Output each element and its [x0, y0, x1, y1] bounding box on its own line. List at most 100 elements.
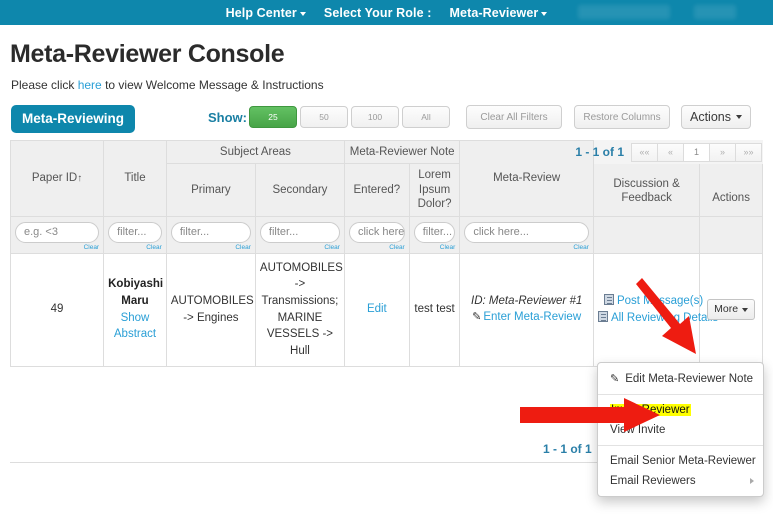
filter-input-lorem[interactable]: filter... — [413, 221, 456, 243]
cell-title: Kobiyashi Maru Show Abstract — [103, 252, 167, 367]
menu-item-edit-meta-reviewer-note[interactable]: ✎ Edit Meta-Reviewer Note — [598, 368, 763, 389]
enter-meta-review-row[interactable]: ✎ Enter Meta-Review — [464, 309, 589, 326]
filter-clear-title[interactable]: Clear — [108, 244, 162, 251]
pagination-first-button[interactable]: «« — [631, 142, 658, 162]
chevron-down-icon — [736, 115, 742, 119]
chevron-down-icon — [541, 11, 548, 16]
more-actions-button[interactable]: More — [707, 298, 756, 321]
pagination-count-bottom: 1 - 1 of 1 — [543, 442, 592, 456]
page-size-25-button[interactable]: 25 — [249, 106, 297, 128]
nav-text-select-your-role: Select Your Role : — [323, 5, 432, 20]
page-size-100-button[interactable]: 100 — [351, 106, 399, 128]
cell-lorem-ipsum-dolor: test test — [408, 252, 461, 367]
clear-all-filters-button[interactable]: Clear All Filters — [466, 105, 562, 129]
all-reviewing-details-row[interactable]: All Reviewing Details — [597, 310, 718, 327]
filter-clear-secondary[interactable]: Clear — [260, 244, 340, 251]
filter-input-primary[interactable]: filter... — [170, 221, 251, 243]
col-header-secondary[interactable]: Secondary — [254, 163, 345, 217]
actions-button-label: Actions — [690, 110, 731, 124]
col-header-entered[interactable]: Entered? — [343, 163, 410, 217]
filter-clear-primary[interactable]: Clear — [171, 244, 251, 251]
menu-label-view-invite: View Invite — [610, 424, 666, 436]
filter-clear-lorem[interactable]: Clear — [414, 244, 456, 251]
filter-clear-paper-id[interactable]: Clear — [15, 244, 100, 251]
instructions-here-link[interactable]: here — [78, 78, 102, 92]
pagination-prev-button[interactable]: « — [657, 142, 684, 162]
papers-table: Paper ID↑ Title Subject Areas Meta-Revie… — [9, 139, 764, 367]
page-size-all-button[interactable]: All — [402, 106, 450, 128]
filter-input-meta-review[interactable]: click here... — [464, 221, 589, 243]
filter-input-entered[interactable]: click here... — [348, 221, 405, 243]
filter-cell-entered: click here... Clear — [343, 215, 410, 254]
papers-table-container: Paper ID↑ Title Subject Areas Meta-Revie… — [9, 139, 764, 367]
menu-item-invite-reviewer[interactable]: Invite Reviewer — [598, 400, 763, 420]
col-header-subject-areas: Subject Areas — [165, 139, 345, 165]
table-row: 49 Kobiyashi Maru Show Abstract AUTOMOBI… — [9, 252, 763, 367]
filter-cell-title: filter... Clear — [103, 215, 167, 254]
filter-clear-meta-review[interactable]: Clear — [464, 244, 589, 251]
menu-item-email-reviewers[interactable]: Email Reviewers — [598, 471, 763, 491]
menu-divider-2 — [598, 445, 763, 446]
document-icon — [603, 293, 614, 305]
menu-label-email-senior-meta-reviewer: Email Senior Meta-Reviewer — [610, 455, 756, 467]
table-icon — [597, 310, 608, 322]
restore-columns-button[interactable]: Restore Columns — [574, 105, 670, 129]
sort-ascending-icon: ↑ — [77, 173, 83, 184]
menu-label-edit-meta-reviewer-note: Edit Meta-Reviewer Note — [625, 372, 754, 385]
instructions-suffix: to view Welcome Message & Instructions — [101, 78, 324, 92]
cell-meta-review: ID: Meta-Reviewer #1 ✎ Enter Meta-Review — [459, 252, 594, 367]
cell-paper-id[interactable]: 49 — [9, 252, 105, 367]
nav-label-meta-reviewer: Meta-Reviewer — [449, 5, 539, 20]
col-header-meta-review[interactable]: Meta-Review — [459, 140, 594, 217]
post-messages-link: Post Message(s) — [616, 294, 704, 307]
edit-note-link[interactable]: Edit — [367, 303, 387, 315]
redacted-nav-region-2 — [694, 5, 736, 19]
menu-label-invite-reviewer: Invite Reviewer — [610, 404, 691, 416]
cell-primary-subject: AUTOMOBILES -> Engines — [165, 252, 256, 367]
pencil-icon: ✎ — [472, 311, 482, 324]
filter-cell-secondary: filter... Clear — [254, 215, 345, 254]
filter-input-title[interactable]: filter... — [108, 221, 162, 243]
more-actions-dropdown-menu: ✎ Edit Meta-Reviewer Note Invite Reviewe… — [597, 362, 764, 497]
meta-review-id-text: ID: Meta-Reviewer #1 — [471, 294, 583, 307]
filter-cell-actions — [699, 215, 763, 254]
filter-clear-entered[interactable]: Clear — [349, 244, 405, 251]
pagination-controls-top: «« « 1 » »» — [631, 142, 762, 162]
post-messages-row[interactable]: Post Message(s) — [598, 293, 703, 310]
more-button-label: More — [714, 302, 739, 315]
pagination-count-top: 1 - 1 of 1 — [575, 144, 624, 159]
col-header-paper-id[interactable]: Paper ID↑ — [9, 140, 105, 217]
show-abstract-link[interactable]: Show Abstract — [108, 310, 162, 343]
nav-label-select-your-role: Select Your Role : — [324, 6, 432, 20]
col-header-meta-reviewer-note: Meta-Reviewer Note — [343, 139, 461, 165]
col-header-lorem-ipsum-dolor[interactable]: Lorem Ipsum Dolor? — [408, 163, 461, 217]
table-header-row-top: Paper ID↑ Title Subject Areas Meta-Revie… — [9, 139, 764, 217]
col-label-paper-id: Paper ID — [31, 172, 78, 184]
show-label: Show: — [208, 110, 247, 125]
all-reviewing-details-link: All Reviewing Details — [610, 311, 719, 324]
col-header-primary[interactable]: Primary — [165, 163, 256, 217]
pagination-header-cell: 1 - 1 of 1 «« « 1 » »» — [575, 139, 764, 165]
filter-input-paper-id[interactable]: e.g. <3 — [15, 221, 100, 243]
nav-item-role-meta-reviewer[interactable]: Meta-Reviewer — [450, 6, 548, 20]
page-size-50-button[interactable]: 50 — [300, 106, 348, 128]
col-header-title[interactable]: Title — [103, 140, 167, 217]
menu-item-email-senior-meta-reviewer[interactable]: Email Senior Meta-Reviewer — [598, 451, 763, 471]
pagination-next-button[interactable]: » — [709, 142, 736, 162]
chevron-down-icon — [299, 11, 306, 16]
nav-item-help-center[interactable]: Help Center — [226, 6, 306, 20]
col-header-discussion-feedback: Discussion & Feedback — [592, 163, 701, 217]
pencil-icon: ✎ — [610, 373, 620, 385]
menu-label-email-reviewers: Email Reviewers — [610, 475, 696, 487]
chevron-down-icon — [742, 307, 749, 312]
cell-actions: More — [699, 252, 763, 367]
menu-item-view-invite[interactable]: View Invite — [598, 420, 763, 440]
pagination-last-button[interactable]: »» — [735, 142, 762, 162]
cell-note-entered: Edit — [343, 252, 410, 367]
actions-button[interactable]: Actions — [681, 105, 751, 129]
tab-meta-reviewing[interactable]: Meta-Reviewing — [11, 105, 136, 133]
pagination-page-1-button[interactable]: 1 — [683, 142, 710, 162]
nav-label-help-center: Help Center — [225, 5, 297, 20]
filter-input-secondary[interactable]: filter... — [259, 221, 340, 243]
redacted-nav-region-1 — [578, 5, 670, 19]
